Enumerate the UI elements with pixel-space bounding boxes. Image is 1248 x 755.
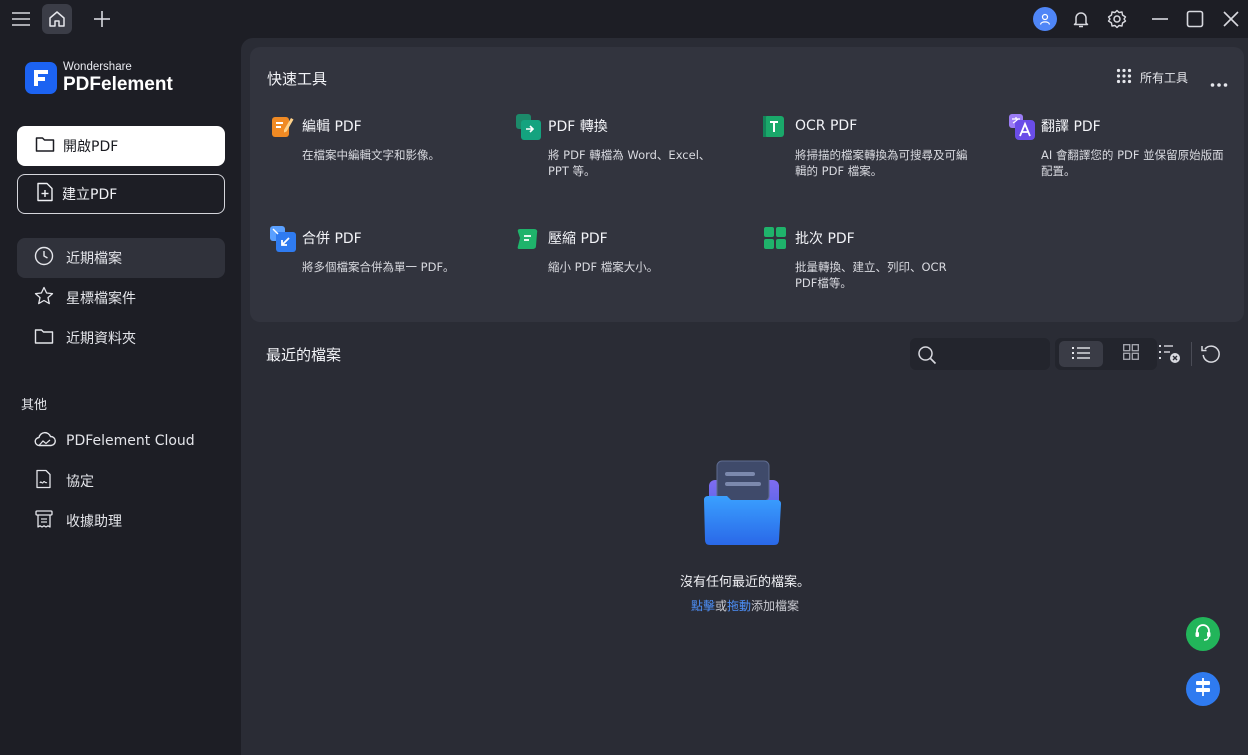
compress-pdf-icon [516, 226, 540, 250]
tool-name: 合併 PDF [302, 231, 362, 247]
edit-pdf-icon [270, 114, 294, 138]
more-options-icon[interactable] [1210, 73, 1228, 92]
pdfelement-logo-icon [25, 62, 57, 94]
or-text: 或 [714, 599, 727, 613]
tool-batch-pdf[interactable]: 批次 PDF 批量轉換、建立、列印、OCR PDF檔等。 [763, 226, 973, 291]
user-avatar-icon[interactable] [1030, 4, 1060, 34]
tool-description: 批量轉換、建立、列印、OCR PDF檔等。 [795, 260, 947, 290]
tool-ocr-pdf[interactable]: OCR PDF 將掃描的檔案轉換為可搜尋及可編輯的 PDF 檔案。 [763, 114, 978, 179]
tool-name: 翻譯 PDF [1041, 119, 1101, 135]
star-icon [34, 286, 54, 310]
tool-edit-pdf[interactable]: 編輯 PDF 在檔案中編輯文字和影像。 [270, 114, 490, 163]
ocr-pdf-icon [763, 114, 787, 138]
empty-folder-illustration [697, 458, 787, 548]
sidebar-item-label: 協定 [66, 474, 94, 490]
toolbar-divider [1191, 342, 1192, 366]
sidebar-item-recent-folders[interactable]: 近期資料夾 [17, 318, 225, 358]
sidebar-item-recent-files[interactable]: 近期檔案 [17, 238, 225, 278]
tool-translate-pdf[interactable]: 翻譯 PDF AI 會翻譯您的 PDF 並保留原始版面配置。 [1009, 114, 1224, 179]
sidebar-item-label: 星標檔案件 [66, 291, 136, 307]
gear-icon[interactable] [1102, 4, 1132, 34]
batch-pdf-icon [763, 226, 787, 250]
tool-name: 編輯 PDF [302, 119, 362, 135]
new-tab-plus-icon[interactable] [87, 4, 117, 34]
contract-icon [34, 469, 54, 493]
sidebar-item-label: 收據助理 [66, 514, 122, 530]
sidebar-item-label: 近期資料夾 [66, 331, 136, 347]
sidebar-item-cloud[interactable]: PDFelement Cloud [17, 421, 225, 461]
support-button[interactable] [1186, 617, 1220, 651]
minimize-icon[interactable] [1145, 4, 1175, 34]
quick-tools-panel: 快速工具 所有工具 編輯 PDF 在檔案中編輯文字和影像。 PDF 轉換 將 P… [250, 47, 1244, 322]
clock-icon [34, 246, 54, 270]
grid-dots-icon [1116, 68, 1132, 87]
main-panel: 快速工具 所有工具 編輯 PDF 在檔案中編輯文字和影像。 PDF 轉換 將 P… [241, 38, 1248, 755]
tool-description: 在檔案中編輯文字和影像。 [302, 148, 440, 162]
cloud-icon [34, 431, 56, 451]
tool-name: PDF 轉換 [548, 119, 608, 135]
headset-icon [1193, 622, 1213, 646]
empty-state-title: 沒有任何最近的檔案。 [679, 575, 810, 590]
sidebar-item-label: 近期檔案 [66, 251, 122, 267]
sidebar-item-label: PDFelement Cloud [66, 433, 195, 449]
app-logo: Wondershare PDFelement [25, 62, 173, 94]
tool-description: 將掃描的檔案轉換為可搜尋及可編輯的 PDF 檔案。 [795, 148, 968, 178]
tool-description: 將 PDF 轉檔為 Word、Excel、PPT 等。 [548, 148, 711, 178]
sidebar-item-starred[interactable]: 星標檔案件 [17, 278, 225, 318]
all-tools-button[interactable]: 所有工具 [1116, 68, 1188, 87]
title-bar [0, 0, 1248, 38]
clear-list-icon[interactable] [1159, 343, 1181, 367]
all-tools-label: 所有工具 [1139, 71, 1188, 85]
receipt-icon [34, 509, 54, 533]
tool-merge-pdf[interactable]: 合併 PDF 將多個檔案合併為單一 PDF。 [270, 226, 490, 275]
file-add-icon [36, 182, 54, 206]
list-view-button[interactable] [1059, 341, 1103, 367]
close-icon[interactable] [1216, 4, 1246, 34]
merge-pdf-icon [270, 226, 296, 252]
sidebar: Wondershare PDFelement 開啟PDF 建立PDF 近期檔案 … [0, 38, 241, 755]
brand-product: PDFelement [63, 73, 173, 95]
translate-pdf-icon [1009, 114, 1035, 140]
tool-convert-pdf[interactable]: PDF 轉換 將 PDF 轉檔為 Word、Excel、PPT 等。 [516, 114, 731, 179]
view-toggle [1055, 338, 1157, 370]
search-input[interactable] [944, 344, 1042, 364]
tool-name: OCR PDF [795, 118, 858, 134]
sidebar-item-receipt-assistant[interactable]: 收據助理 [17, 501, 225, 541]
tool-description: AI 會翻譯您的 PDF 並保留原始版面配置。 [1041, 148, 1224, 178]
list-view-icon [1072, 345, 1090, 364]
drag-link[interactable]: 拖動 [727, 599, 751, 613]
grid-view-button[interactable] [1109, 341, 1153, 367]
recent-files-title: 最近的檔案 [266, 346, 342, 364]
open-pdf-button[interactable]: 開啟PDF [17, 126, 225, 166]
search-box[interactable] [910, 338, 1050, 370]
tool-name: 壓縮 PDF [548, 231, 608, 247]
menu-icon[interactable] [6, 4, 36, 34]
open-pdf-label: 開啟PDF [63, 139, 119, 155]
tool-description: 縮小 PDF 檔案大小。 [548, 260, 659, 274]
tool-description: 將多個檔案合併為單一 PDF。 [302, 260, 455, 274]
quick-tools-title: 快速工具 [267, 70, 328, 88]
create-pdf-label: 建立PDF [62, 187, 118, 203]
sidebar-item-agreement[interactable]: 協定 [17, 461, 225, 501]
empty-state-hint: 點擊或拖動添加檔案 [635, 597, 855, 614]
tool-compress-pdf[interactable]: 壓縮 PDF 縮小 PDF 檔案大小。 [516, 226, 736, 275]
home-icon[interactable] [42, 4, 72, 34]
grid-view-icon [1123, 344, 1139, 364]
refresh-icon[interactable] [1200, 343, 1222, 369]
create-pdf-button[interactable]: 建立PDF [17, 174, 225, 214]
add-files-text: 添加檔案 [751, 599, 800, 613]
folder-open-icon [35, 135, 55, 157]
bell-icon[interactable] [1066, 4, 1096, 34]
signpost-icon [1193, 677, 1213, 701]
maximize-icon[interactable] [1180, 4, 1210, 34]
brand-company: Wondershare [63, 61, 132, 74]
feedback-button[interactable] [1186, 672, 1220, 706]
click-link[interactable]: 點擊 [691, 599, 715, 613]
others-section-label: 其他 [21, 398, 48, 413]
convert-pdf-icon [516, 114, 541, 140]
tool-name: 批次 PDF [795, 231, 855, 247]
folder-icon [34, 327, 54, 349]
